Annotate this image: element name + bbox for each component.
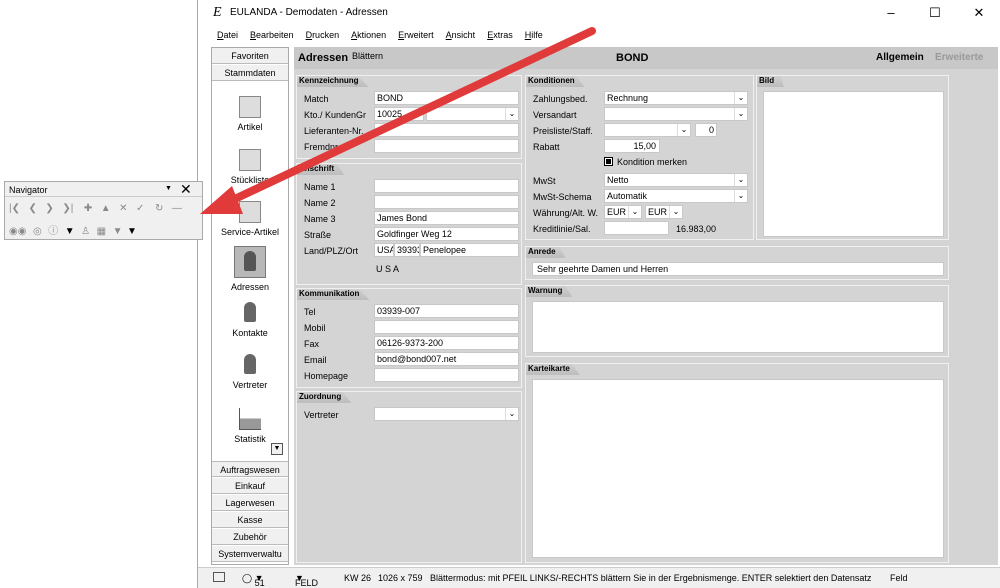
annotation-arrow [200, 27, 596, 214]
